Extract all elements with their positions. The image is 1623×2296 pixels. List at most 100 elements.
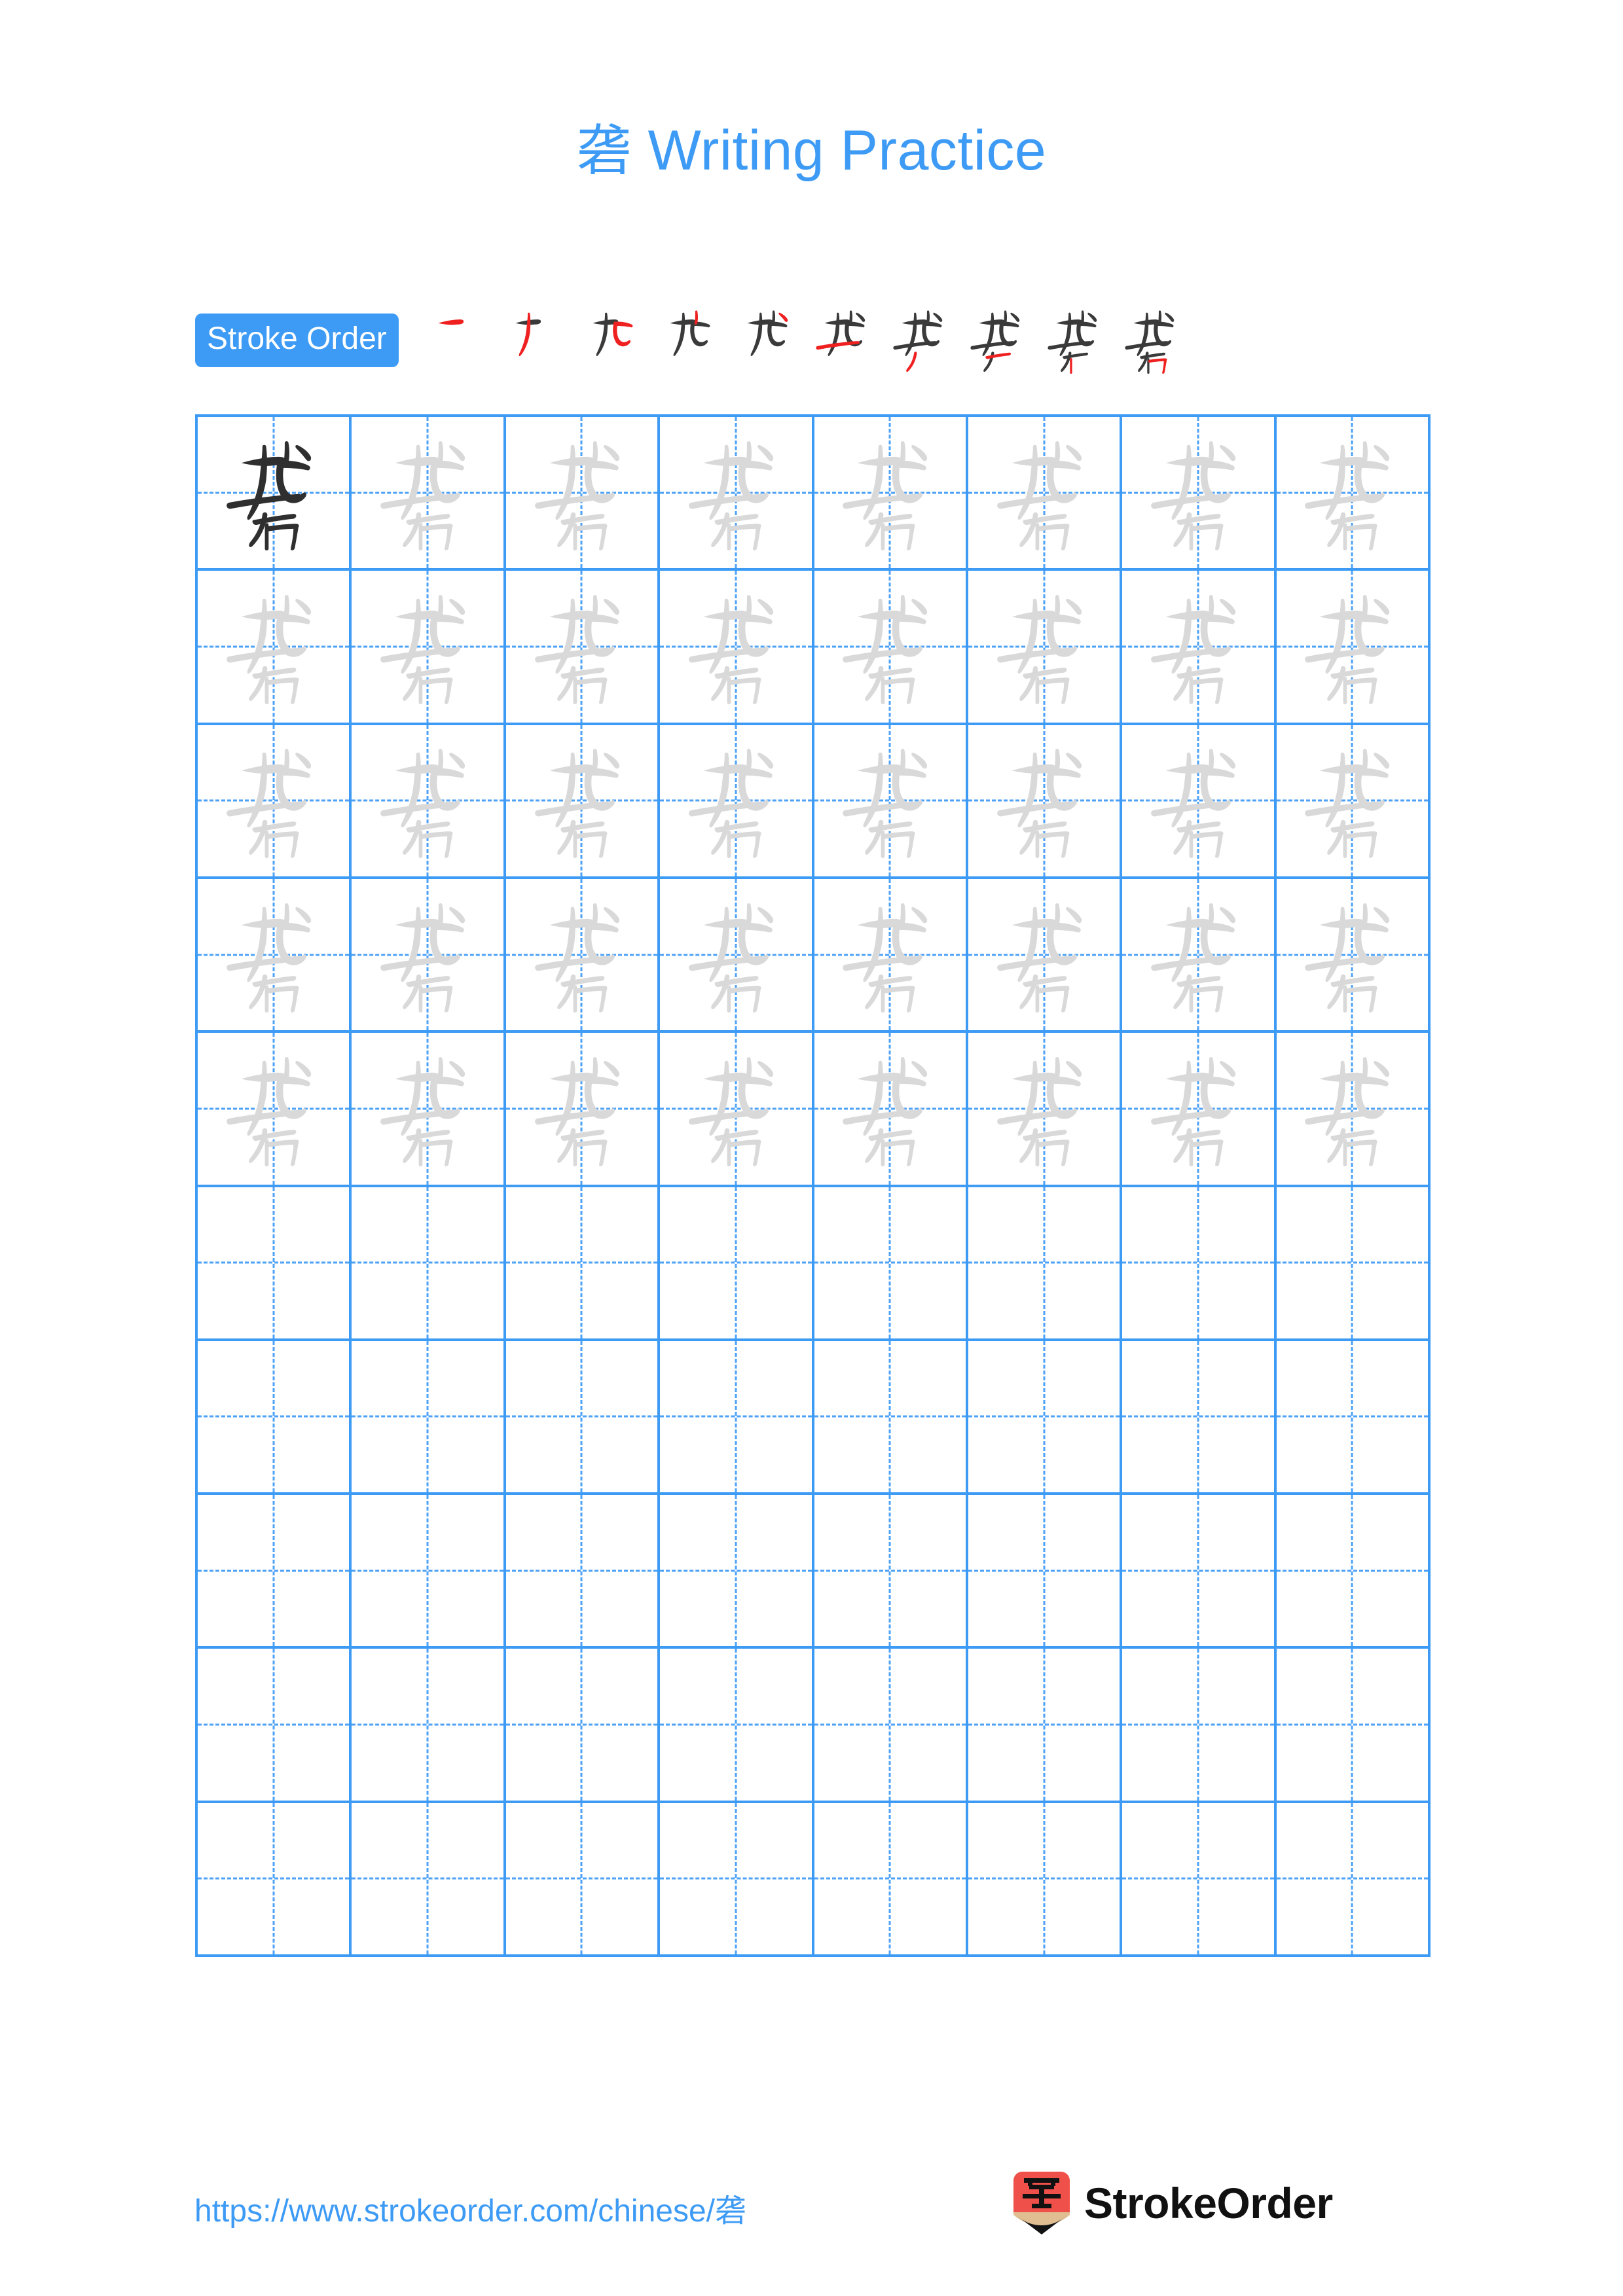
practice-cell-r9-c7[interactable] [1122, 1649, 1277, 1803]
practice-cell-r2-c1[interactable] [198, 571, 352, 725]
practice-cell-r2-c4[interactable] [660, 571, 814, 725]
practice-cell-r2-c8[interactable] [1276, 571, 1431, 725]
trace-character [968, 417, 1120, 568]
practice-cell-r2-c5[interactable] [814, 571, 968, 725]
practice-cell-r8-c6[interactable] [968, 1495, 1123, 1649]
trace-character [506, 1033, 657, 1184]
practice-cell-r1-c5[interactable] [814, 417, 968, 571]
practice-cell-r10-c3[interactable] [505, 1803, 661, 1957]
practice-cell-r7-c4[interactable] [660, 1340, 814, 1496]
practice-cell-r7-c3[interactable] [505, 1340, 661, 1496]
trace-character [968, 725, 1120, 876]
practice-cell-r4-c1[interactable] [198, 878, 352, 1033]
practice-cell-r9-c3[interactable] [505, 1649, 661, 1803]
trace-character [506, 725, 657, 876]
practice-cell-r6-c5[interactable] [814, 1187, 968, 1341]
trace-character [814, 1033, 966, 1184]
practice-cell-r3-c4[interactable] [660, 725, 814, 879]
practice-cell-r1-c4[interactable] [660, 417, 814, 571]
practice-cell-r3-c2[interactable] [352, 725, 506, 879]
practice-cell-r6-c8[interactable] [1276, 1187, 1431, 1341]
practice-cell-r8-c4[interactable] [660, 1495, 814, 1649]
practice-cell-r6-c6[interactable] [968, 1187, 1123, 1341]
practice-cell-r5-c8[interactable] [1276, 1033, 1431, 1187]
brand-name: StrokeOrder [1084, 2179, 1333, 2227]
practice-cell-r4-c2[interactable] [352, 878, 506, 1033]
trace-character [968, 571, 1120, 722]
stroke-step-9 [1036, 304, 1114, 376]
practice-cell-r5-c6[interactable] [968, 1033, 1123, 1187]
practice-cell-r1-c1[interactable] [198, 417, 352, 571]
practice-cell-r3-c8[interactable] [1276, 725, 1431, 879]
practice-cell-r5-c1[interactable] [198, 1033, 352, 1187]
stroke-step-4 [650, 304, 727, 376]
practice-cell-r2-c7[interactable] [1122, 571, 1277, 725]
practice-cell-r5-c2[interactable] [352, 1033, 506, 1187]
footer-url-link[interactable]: https://www.strokeorder.com/chinese/砻 [194, 2185, 746, 2231]
practice-cell-r1-c6[interactable] [968, 417, 1123, 571]
practice-cell-r2-c3[interactable] [505, 571, 661, 725]
practice-cell-r9-c8[interactable] [1276, 1649, 1431, 1803]
trace-character [1277, 417, 1428, 568]
practice-cell-r7-c8[interactable] [1276, 1340, 1431, 1496]
practice-cell-r4-c3[interactable] [505, 878, 661, 1033]
practice-cell-r4-c8[interactable] [1276, 878, 1431, 1033]
practice-cell-r10-c5[interactable] [814, 1803, 968, 1957]
practice-cell-r7-c7[interactable] [1122, 1340, 1277, 1496]
practice-cell-r10-c6[interactable] [968, 1803, 1123, 1957]
practice-cell-r3-c3[interactable] [505, 725, 661, 879]
practice-cell-r9-c4[interactable] [660, 1649, 814, 1803]
practice-cell-r9-c1[interactable] [198, 1649, 352, 1803]
practice-cell-r6-c4[interactable] [660, 1187, 814, 1341]
practice-cell-r1-c8[interactable] [1276, 417, 1431, 571]
practice-cell-r4-c6[interactable] [968, 878, 1123, 1033]
practice-cell-r4-c5[interactable] [814, 878, 968, 1033]
practice-cell-r5-c7[interactable] [1122, 1033, 1277, 1187]
practice-cell-r6-c2[interactable] [352, 1187, 506, 1341]
practice-cell-r10-c7[interactable] [1122, 1803, 1277, 1957]
practice-cell-r3-c5[interactable] [814, 725, 968, 879]
practice-cell-r7-c5[interactable] [814, 1340, 968, 1496]
practice-cell-r8-c2[interactable] [352, 1495, 506, 1649]
practice-cell-r5-c3[interactable] [505, 1033, 661, 1187]
practice-cell-r8-c7[interactable] [1122, 1495, 1277, 1649]
practice-cell-r8-c8[interactable] [1276, 1495, 1431, 1649]
trace-character [968, 879, 1120, 1030]
practice-cell-r1-c3[interactable] [505, 417, 661, 571]
practice-cell-r6-c1[interactable] [198, 1187, 352, 1341]
practice-cell-r8-c3[interactable] [505, 1495, 661, 1649]
practice-cell-r7-c6[interactable] [968, 1340, 1123, 1496]
stroke-step-2 [496, 304, 573, 376]
trace-character [352, 417, 503, 568]
practice-cell-r1-c2[interactable] [352, 417, 506, 571]
practice-cell-r3-c6[interactable] [968, 725, 1123, 879]
trace-character [1122, 1033, 1273, 1184]
practice-cell-r9-c2[interactable] [352, 1649, 506, 1803]
trace-character [660, 879, 811, 1030]
practice-cell-r9-c5[interactable] [814, 1649, 968, 1803]
strokeorder-logo-icon [1013, 2172, 1070, 2234]
practice-cell-r3-c7[interactable] [1122, 725, 1277, 879]
practice-cell-r10-c4[interactable] [660, 1803, 814, 1957]
practice-cell-r7-c2[interactable] [352, 1340, 506, 1496]
practice-cell-r5-c5[interactable] [814, 1033, 968, 1187]
practice-cell-r2-c6[interactable] [968, 571, 1123, 725]
stroke-step-8 [959, 304, 1036, 376]
trace-character [660, 571, 811, 722]
practice-cell-r9-c6[interactable] [968, 1649, 1123, 1803]
practice-cell-r4-c4[interactable] [660, 878, 814, 1033]
trace-character [660, 725, 811, 876]
practice-cell-r3-c1[interactable] [198, 725, 352, 879]
practice-cell-r4-c7[interactable] [1122, 878, 1277, 1033]
practice-cell-r10-c1[interactable] [198, 1803, 352, 1957]
practice-cell-r2-c2[interactable] [352, 571, 506, 725]
practice-cell-r8-c5[interactable] [814, 1495, 968, 1649]
practice-cell-r5-c4[interactable] [660, 1033, 814, 1187]
practice-cell-r8-c1[interactable] [198, 1495, 352, 1649]
practice-cell-r7-c1[interactable] [198, 1340, 352, 1496]
practice-cell-r6-c3[interactable] [505, 1187, 661, 1341]
practice-cell-r10-c2[interactable] [352, 1803, 506, 1957]
practice-cell-r1-c7[interactable] [1122, 417, 1277, 571]
practice-cell-r6-c7[interactable] [1122, 1187, 1277, 1341]
practice-cell-r10-c8[interactable] [1276, 1803, 1431, 1957]
